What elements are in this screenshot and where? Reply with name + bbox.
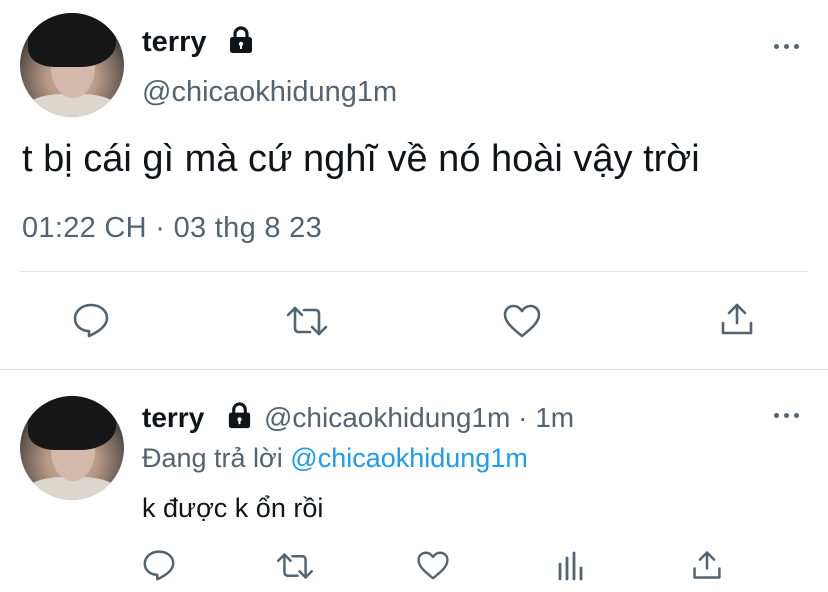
lock-icon	[228, 402, 251, 429]
divider	[20, 271, 808, 272]
reply-avatar[interactable]	[20, 396, 124, 500]
replying-prefix: Đang trả lời	[142, 443, 283, 473]
more-icon[interactable]	[774, 44, 799, 49]
replying-to-line: Đang trả lời @chicaokhidung1m	[142, 443, 528, 474]
reply-tweet-text: k được k ổn rồi	[142, 493, 324, 523]
main-handle[interactable]: @chicaokhidung1m	[142, 76, 397, 109]
share-icon[interactable]	[691, 549, 723, 581]
tweet-text: t bị cái gì mà cứ nghĩ về nó hoài vậy tr…	[22, 138, 700, 180]
like-icon[interactable]	[502, 303, 542, 339]
reply-icon[interactable]	[72, 302, 110, 338]
retweet-icon[interactable]	[285, 304, 329, 338]
reply-icon[interactable]	[142, 549, 176, 581]
share-icon[interactable]	[719, 301, 755, 337]
lock-icon	[230, 26, 252, 53]
retweet-icon[interactable]	[275, 551, 315, 581]
like-icon[interactable]	[416, 550, 450, 581]
replying-to-mention[interactable]: @chicaokhidung1m	[290, 443, 528, 473]
analytics-icon[interactable]	[556, 550, 586, 582]
reply-handle-time[interactable]: @chicaokhidung1m · 1m	[264, 402, 574, 434]
more-icon[interactable]	[774, 413, 799, 418]
main-display-name[interactable]: terry	[142, 26, 207, 59]
thread-divider	[0, 369, 828, 370]
tweet-timestamp[interactable]: 01:22 CH · 03 thg 8 23	[22, 212, 322, 245]
main-avatar[interactable]	[20, 13, 124, 117]
reply-display-name[interactable]: terry	[142, 402, 204, 434]
